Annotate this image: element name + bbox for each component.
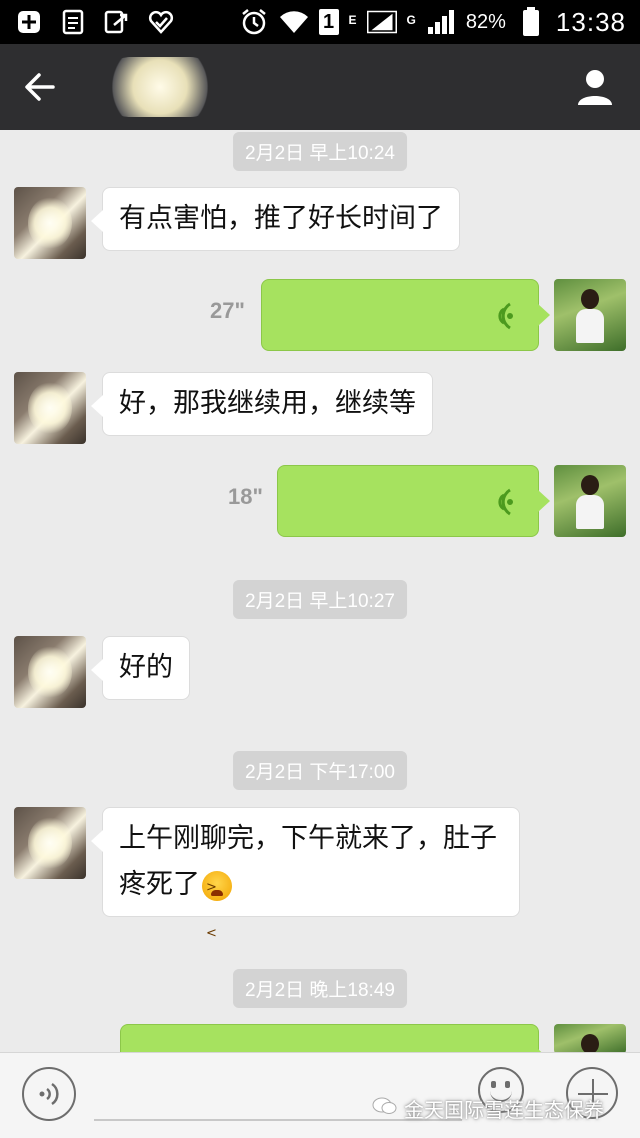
my-avatar[interactable] bbox=[554, 465, 626, 537]
chat-title-obscured bbox=[100, 57, 220, 117]
chat-screen: 1 E G 82% 13:38 2月2日 早上10:24 有点害怕，推了好长时间… bbox=[0, 0, 640, 1138]
watermark-text: 金天国际雪莲生态保养 bbox=[404, 1098, 604, 1122]
wifi-icon bbox=[279, 8, 309, 36]
received-message[interactable]: 好，那我继续用，继续等 bbox=[91, 372, 433, 436]
arrow-left-icon bbox=[25, 73, 55, 101]
voice-duration: 27" bbox=[210, 298, 245, 323]
my-avatar[interactable] bbox=[554, 1024, 626, 1054]
sent-voice-message[interactable] bbox=[261, 279, 550, 351]
back-button[interactable] bbox=[0, 44, 80, 130]
wechat-logo-icon bbox=[372, 1097, 397, 1114]
alarm-icon bbox=[239, 8, 269, 36]
person-icon bbox=[578, 70, 612, 105]
message-text: 好，那我继续用，继续等 bbox=[119, 388, 416, 419]
contact-avatar[interactable] bbox=[14, 636, 86, 708]
network-type-1: E bbox=[348, 12, 357, 27]
network-type-2: G bbox=[406, 12, 416, 27]
received-message[interactable]: 有点害怕，推了好长时间了 bbox=[91, 187, 460, 251]
received-message[interactable]: 好的 bbox=[91, 636, 190, 700]
export-icon bbox=[102, 8, 132, 36]
message-text-line: 上午刚聊完，下午就来了，肚子 bbox=[119, 823, 497, 854]
message-timestamp: 2月2日 晚上18:49 bbox=[233, 969, 407, 1008]
signal-icon bbox=[366, 8, 397, 36]
voice-input-toggle[interactable] bbox=[22, 1067, 76, 1121]
message-text: 疼死了 bbox=[119, 869, 200, 900]
message-text: 有点害怕，推了好长时间了 bbox=[119, 203, 443, 234]
contact-avatar[interactable] bbox=[14, 372, 86, 444]
message-timestamp: 2月2日 早上10:27 bbox=[233, 580, 407, 619]
chat-title-bar bbox=[0, 44, 640, 130]
crying-face-emoji-icon bbox=[202, 865, 232, 957]
message-text: 好的 bbox=[119, 652, 173, 683]
notes-icon bbox=[58, 8, 88, 36]
battery-percent: 82% bbox=[465, 10, 506, 33]
heart-check-icon bbox=[146, 8, 176, 36]
voice-wave-icon bbox=[498, 488, 513, 516]
sent-voice-message[interactable] bbox=[277, 465, 550, 537]
clock: 13:38 bbox=[555, 6, 626, 37]
received-message[interactable]: 上午刚聊完，下午就来了，肚子 疼死了 bbox=[91, 807, 520, 957]
my-avatar[interactable] bbox=[554, 279, 626, 351]
signal-strength-icon bbox=[426, 8, 456, 36]
status-bar: 1 E G 82% 13:38 bbox=[0, 0, 640, 44]
contact-avatar[interactable] bbox=[14, 187, 86, 259]
message-text-line-2: 疼死了 bbox=[119, 862, 503, 957]
voice-wave-icon bbox=[498, 302, 513, 330]
sim-indicator: 1 bbox=[318, 9, 339, 35]
system-status: 1 E G 82% 13:38 bbox=[239, 7, 626, 38]
notification-icons bbox=[14, 8, 176, 36]
voice-toggle-icon bbox=[39, 1082, 59, 1106]
battery-icon bbox=[516, 7, 546, 36]
voice-duration: 18" bbox=[228, 484, 263, 509]
chat-profile-button[interactable] bbox=[550, 44, 640, 130]
contact-avatar[interactable] bbox=[14, 807, 86, 879]
message-timestamp: 2月2日 早上10:24 bbox=[233, 132, 407, 171]
plus-box-icon bbox=[14, 8, 44, 36]
message-timestamp: 2月2日 下午17:00 bbox=[233, 751, 407, 790]
